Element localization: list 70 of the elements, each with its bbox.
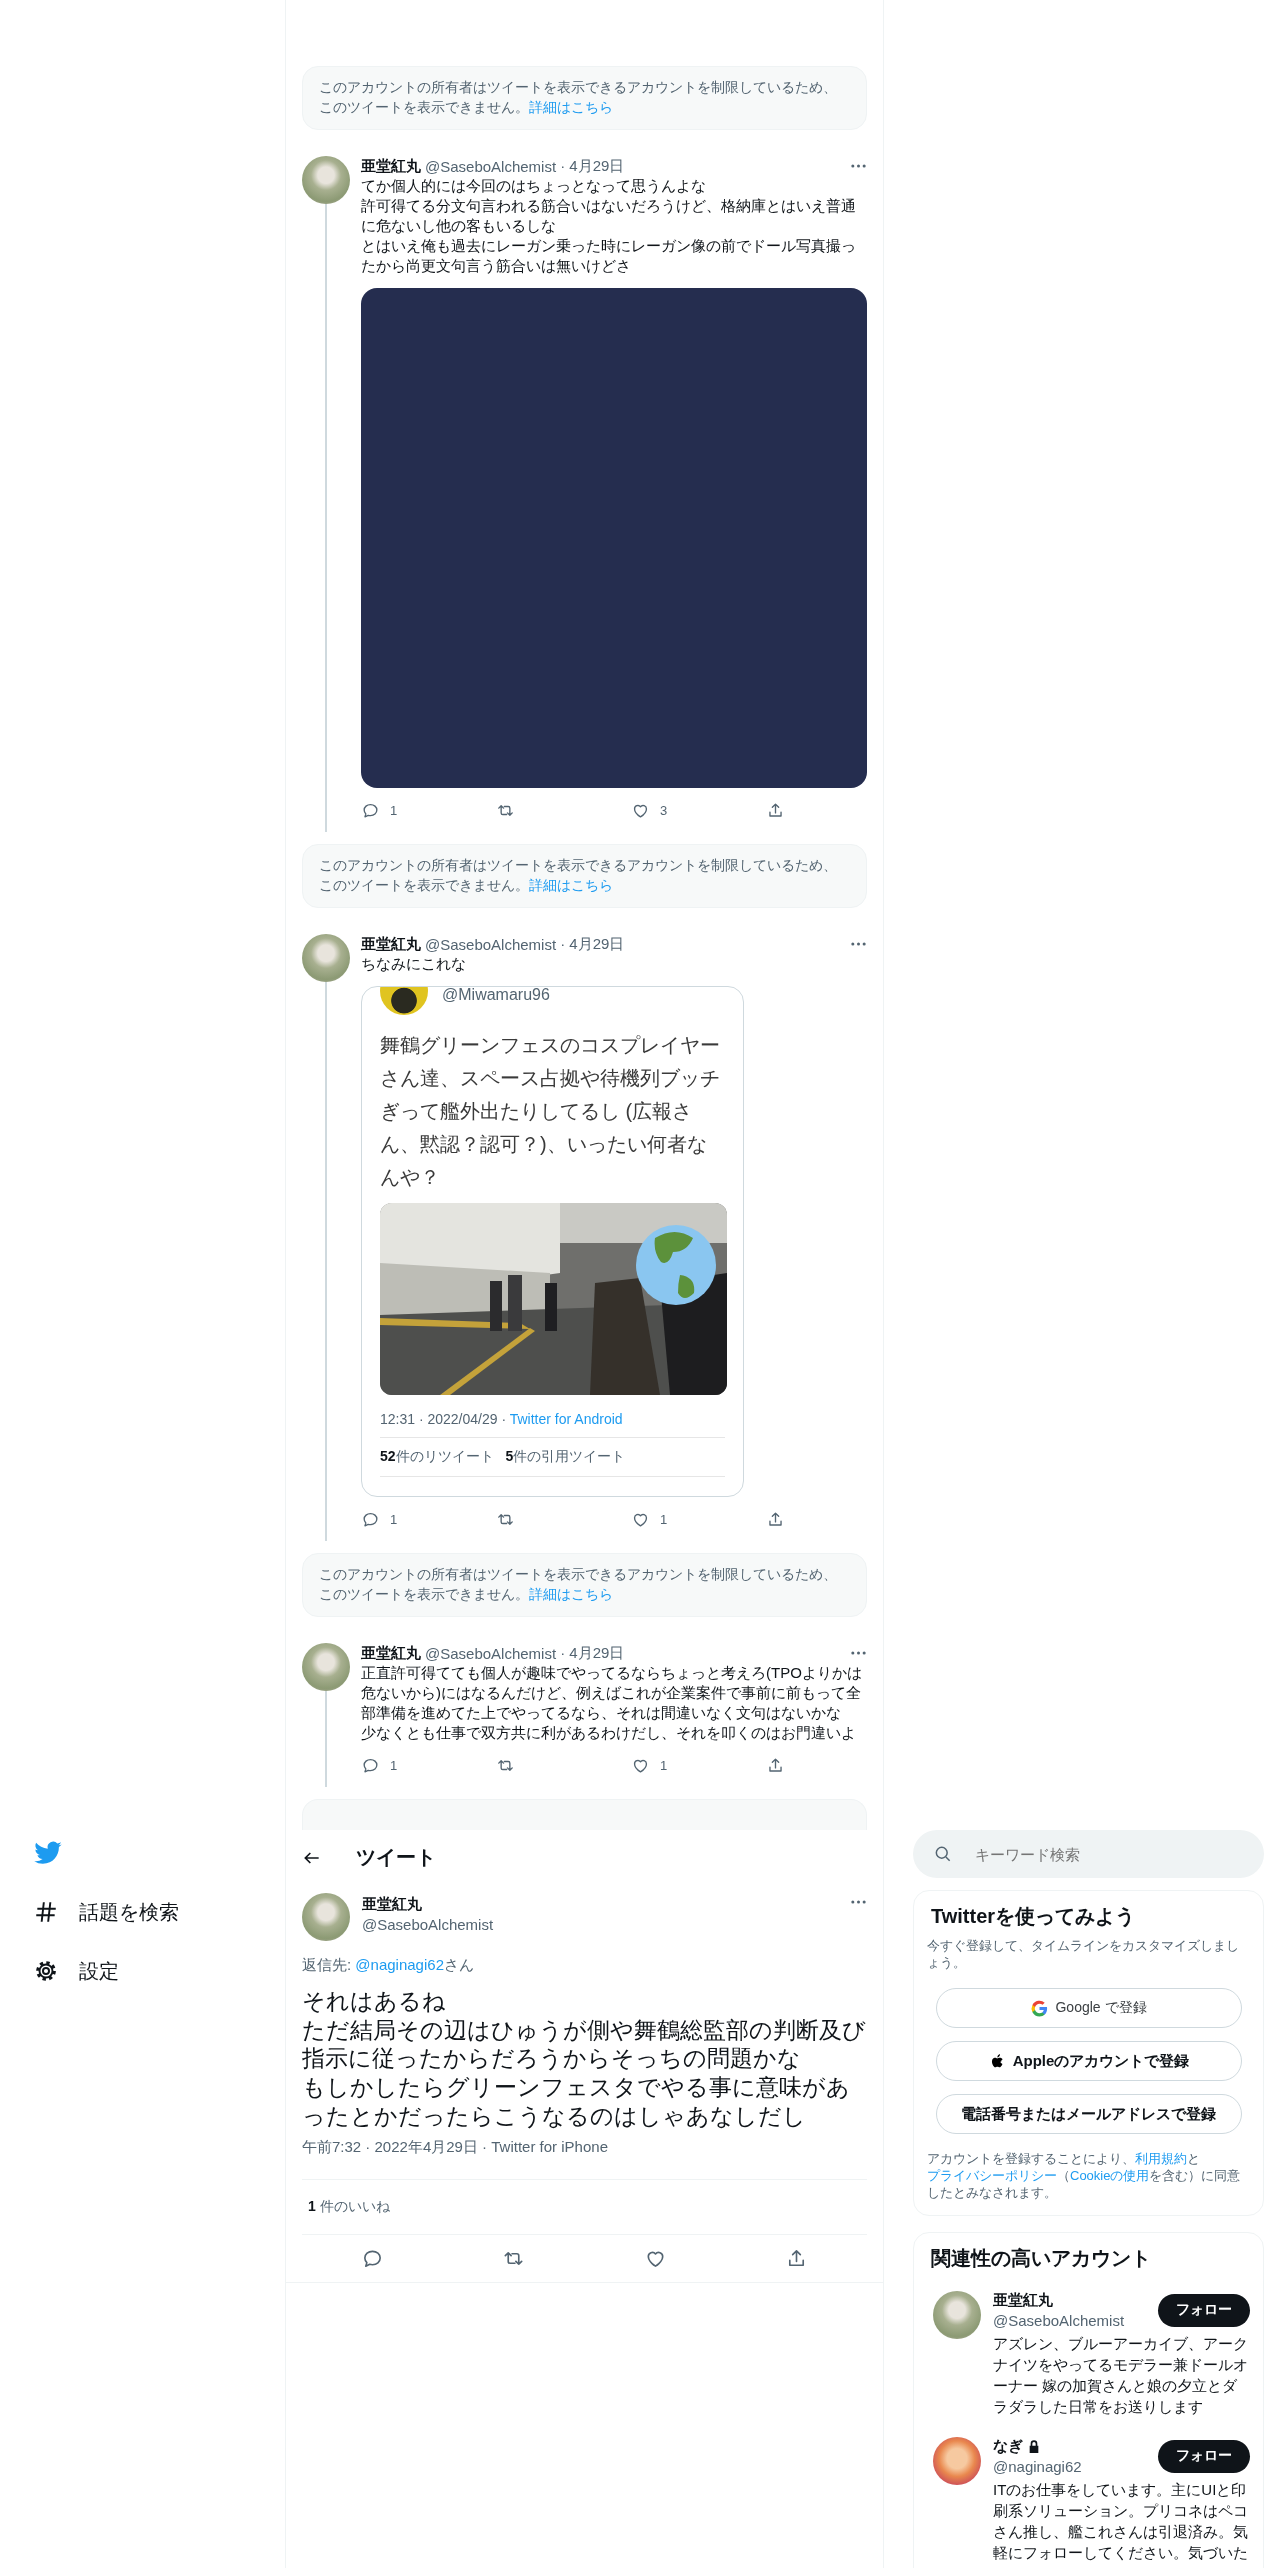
hashtag-icon — [33, 1899, 59, 1925]
avatar[interactable] — [933, 2291, 981, 2339]
search-field[interactable]: キーワード検索 — [973, 1844, 1244, 1864]
avatar[interactable] — [302, 934, 350, 982]
notice-text: このアカウントの所有者はツイートを表示できるアカウントを制限しているため、このツイートを表示できません。詳細はこちら — [319, 858, 837, 893]
reply-count: 1 — [390, 802, 398, 818]
account-bio: ITのお仕事をしています。主にUIと印刷系ソリューション。プリコネはペコさん推し、艦これさんは引退済み。気軽にフォローしてください。気づいた — [993, 2480, 1249, 2563]
share-icon[interactable] — [766, 1509, 785, 1529]
user-name[interactable]: 亜堂紅丸 — [361, 934, 421, 954]
like-count: 1 — [660, 1511, 668, 1527]
tweet-text: ちなみにこれな — [361, 954, 467, 974]
share-icon[interactable] — [766, 800, 785, 820]
card-title: 関連性の高いアカウント — [930, 2246, 1152, 2271]
like-count: 3 — [660, 802, 668, 818]
user-name[interactable]: 亜堂紅丸 — [993, 2291, 1053, 2310]
nav-item[interactable]: 設定 — [33, 1946, 119, 1996]
user-name[interactable]: 亜堂紅丸 — [361, 1643, 421, 1663]
user-handle: @SaseboAlchemist — [425, 1644, 557, 1662]
user-name[interactable]: 亜堂紅丸 — [362, 1895, 494, 1914]
user-handle: @naginagi62 — [993, 2458, 1082, 2475]
more-icon[interactable] — [850, 163, 867, 169]
more-icon[interactable] — [850, 941, 867, 947]
avatar[interactable] — [302, 1893, 350, 1941]
card-subtitle: 今すぐ登録して、タイムラインをカスタマイズしましょう。 — [927, 1937, 1240, 1971]
terms-text: アカウントを登録することにより、利用規約 と プライバシーポリシー（Cookieの使用を含む）に同意したとみなされます。 — [927, 2150, 1242, 2201]
tweet-timestamp: 12:31 · 2022/04/29 · Twitter for Android — [380, 1411, 623, 1427]
quoted-tweet-card[interactable]: @Miwamaru96 舞鶴グリーンフェスのコスプレイヤーさん達、スペース占拠や待機列ブッチぎって艦外出たりしてるし (広報さん、黙認？認可？)、いったい何者なんや？ 12:31 · 2022/04/29 · Twitter for Android 52件のリツイート 5件の引用ツイート — [361, 986, 744, 1497]
signup-button[interactable]: 電話番号またはメールアドレスで登録 — [935, 2094, 1242, 2134]
search-icon — [933, 1844, 953, 1864]
reply-count: 1 — [390, 1511, 398, 1527]
signup-button[interactable]: Google で登録 — [935, 1988, 1242, 2028]
signup-button[interactable]: Appleのアカウントで登録 — [935, 2041, 1242, 2081]
avatar[interactable] — [302, 1643, 350, 1691]
user-handle: @SaseboAlchemist — [425, 157, 557, 175]
notice-text: このアカウントの所有者はツイートを表示できるアカウントを制限しているため、このツイートを表示できません。詳細はこちら — [319, 1567, 837, 1602]
notice-text: このアカウントの所有者はツイートを表示できるアカウントを制限しているため、このツイートを表示できません。詳細はこちら — [319, 80, 837, 115]
tweet-text: てか個人的には今回のはちょっとなって思うんよな 許可得てる分文句言われる筋合いはないだろうけど、格納庫とはいえ普通に危ないし他の客もいるしな とはいえ俺も過去にレーガン乗った時にレーガン像の前でドール写真撮ったから尚更文句言う筋合いは無いけどさ — [361, 176, 857, 276]
reply-count: 1 — [390, 1757, 398, 1773]
avatar[interactable] — [302, 156, 350, 204]
user-handle: @SaseboAlchemist — [362, 1916, 494, 1933]
user-name[interactable]: 亜堂紅丸 — [361, 156, 421, 176]
reply-to-text: 返信先: @naginagi62さん — [302, 1955, 475, 1975]
more-icon[interactable] — [850, 1899, 867, 1905]
tweet-text: それはあるね ただ結局その辺はひゅうが側や舞鶴総監部の判断及び指示に従ったからだろうからそっちの問題かな もしかしたらグリーンフェスタでやる事に意味があったとかだったらこうなるのはしゃあなしだし — [302, 1987, 867, 2131]
follow-button[interactable]: フォロー — [1158, 2293, 1250, 2327]
likes-count[interactable]: 1 件のいいね — [308, 2197, 390, 2216]
like-count: 1 — [660, 1757, 668, 1773]
page-title: ツイート — [356, 1845, 436, 1870]
user-handle: @Miwamaru96 — [442, 987, 550, 1005]
quoted-tweet-text: 舞鶴グリーンフェスのコスプレイヤーさん達、スペース占拠や待機列ブッチぎって艦外出たりしてるし (広報さん、黙認？認可？)、いったい何者なんや？ — [380, 1033, 721, 1190]
share-icon[interactable] — [766, 1755, 785, 1775]
follow-button[interactable]: フォロー — [1158, 2439, 1250, 2473]
google-logo-icon — [1030, 1998, 1050, 2018]
account-bio: アズレン、ブルーアーカイブ、アークナイツをやってるモデラー兼ドールオーナー 嫁の加賀さんと娘の夕立とダラダラした日常をお送りします — [993, 2334, 1249, 2417]
tweet-date[interactable]: · 4月29日 — [560, 156, 625, 176]
search-box[interactable]: キーワード検索 — [913, 1830, 1264, 1878]
user-name[interactable]: なぎ — [993, 2437, 1023, 2456]
user-handle: @SaseboAlchemist — [993, 2312, 1125, 2329]
nav-item[interactable]: 話題を検索 — [33, 1887, 179, 1937]
settings-icon — [33, 1958, 59, 1984]
tweet-date[interactable]: · 4月29日 — [560, 934, 625, 954]
card-title: Twitterを使ってみよう — [930, 1904, 1137, 1929]
tweet-timestamp: 午前7:32 · 2022年4月29日 · Twitter for iPhone — [302, 2136, 867, 2180]
stat-count: 52件のリツイート — [380, 1448, 494, 1466]
avatar[interactable] — [933, 2437, 981, 2485]
user-handle: @SaseboAlchemist — [425, 935, 557, 953]
tweet-text: 正直許可得てても個人が趣味でやってるならちょっと考えろ(TPOよりかは危ないから)にはなるんだけど、例えばこれが企業案件で事前に前もって全部準備を進めてた上でやってるなら、それは間違いなく文句はないかな 少なくとも仕事で双方共に利があるわけだし、それを叩くのはお門違いよ — [361, 1663, 863, 1743]
stat-count: 5件の引用ツイート — [505, 1448, 626, 1466]
more-icon[interactable] — [850, 1650, 867, 1656]
tweet-date[interactable]: · 4月29日 — [560, 1643, 625, 1663]
